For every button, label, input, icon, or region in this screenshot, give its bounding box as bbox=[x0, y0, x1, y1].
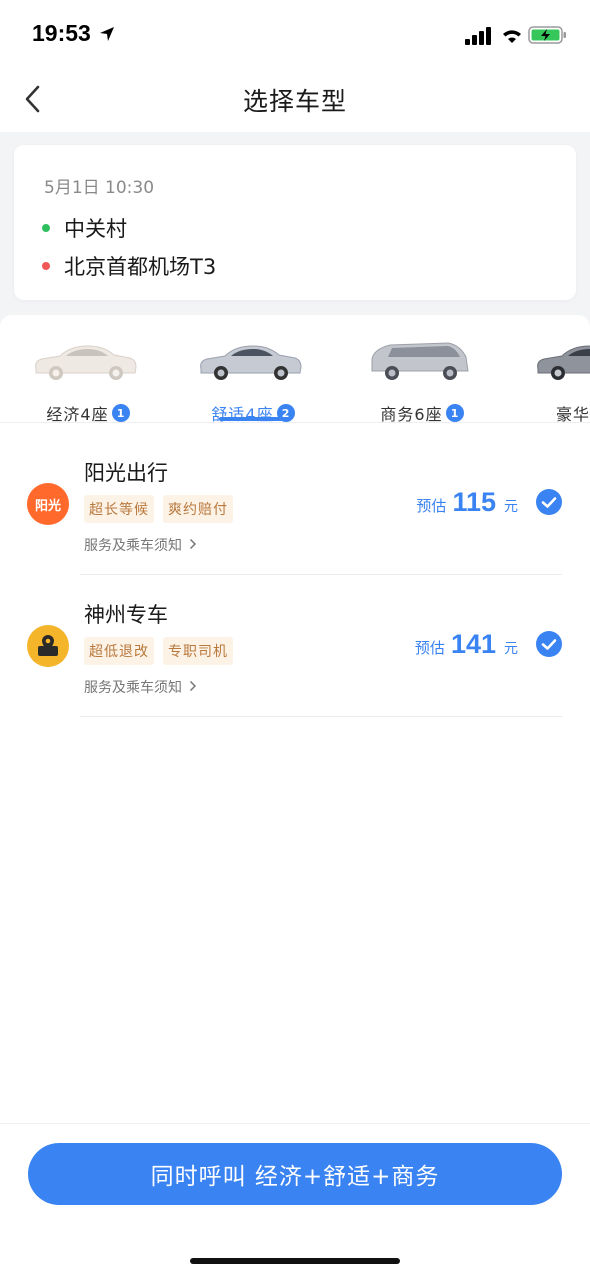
location-arrow-icon bbox=[100, 27, 114, 41]
trip-to: 北京首都机场T3 bbox=[42, 251, 216, 281]
provider-tag: 爽约赔付 bbox=[163, 495, 233, 523]
mpv-car-icon bbox=[371, 342, 469, 380]
check-circle-icon[interactable] bbox=[536, 489, 562, 515]
service-notice-link[interactable]: 服务及乘车须知 bbox=[84, 677, 197, 697]
shenzhou-logo bbox=[27, 625, 69, 667]
provider-tags: 超长等候 爽约赔付 bbox=[84, 495, 242, 523]
wifi-icon bbox=[503, 30, 521, 43]
active-tab-indicator bbox=[219, 417, 287, 421]
pin-logo-icon bbox=[38, 635, 58, 656]
status-time: 19:53 bbox=[32, 20, 91, 46]
check-circle-icon[interactable] bbox=[536, 631, 562, 657]
trip-time: 5月1日 10:30 bbox=[44, 178, 155, 198]
tab-luxury-label: 豪华 bbox=[556, 405, 590, 423]
tab-business[interactable]: 商务6座 1 bbox=[352, 327, 492, 422]
to-dot bbox=[42, 262, 50, 270]
tab-business-label: 商务6座 1 bbox=[352, 401, 492, 422]
provider-name: 阳光出行 bbox=[84, 461, 168, 485]
price-value: 141 bbox=[450, 629, 496, 659]
tab-comfort[interactable]: 舒适4座 2 bbox=[183, 327, 323, 422]
price-estimate: 预估 141 元 bbox=[414, 629, 518, 659]
sunshine-logo: 阳光 bbox=[27, 483, 69, 525]
trip-from: 中关村 bbox=[42, 213, 127, 243]
provider-tag: 专职司机 bbox=[163, 637, 233, 665]
tab-economy-badge: 1 bbox=[111, 404, 130, 422]
provider-tags: 超低退改 专职司机 bbox=[84, 637, 242, 665]
provider-row-sunshine[interactable]: 阳光 阳光出行 超长等候 爽约赔付 服务及乘车须知 预估 115 元 bbox=[0, 433, 590, 575]
battery-charging-icon bbox=[528, 26, 566, 44]
price-estimate: 预估 115 元 bbox=[416, 487, 518, 517]
chevron-right-icon bbox=[190, 680, 197, 692]
call-simultaneously-button[interactable]: 同时呼叫 经济+舒适+商务 bbox=[28, 1143, 562, 1205]
signal-icon bbox=[465, 27, 491, 45]
luxury-car-icon bbox=[537, 345, 590, 380]
sedan-car-icon bbox=[200, 345, 302, 380]
car-type-tabs: 经济4座 1 舒适4座 2 商务6座 1 豪华 bbox=[0, 315, 590, 423]
sedan-car-icon bbox=[35, 345, 137, 380]
provider-name: 神州专车 bbox=[84, 603, 168, 627]
provider-tag: 超长等候 bbox=[84, 495, 154, 523]
nav-bar: 选择车型 bbox=[0, 66, 590, 132]
price-value: 115 bbox=[452, 487, 496, 517]
trip-to-text: 北京首都机场T3 bbox=[64, 255, 217, 279]
chevron-right-icon bbox=[190, 538, 197, 550]
provider-row-shenzhou[interactable]: 神州专车 超低退改 专职司机 服务及乘车须知 预估 141 元 bbox=[0, 575, 590, 717]
tab-business-badge: 1 bbox=[445, 404, 464, 422]
status-bar: 19:53 bbox=[0, 0, 590, 66]
bottom-action-bar: 同时呼叫 经济+舒适+商务 bbox=[0, 1123, 590, 1276]
trip-card[interactable]: 5月1日 10:30 中关村 北京首都机场T3 bbox=[14, 145, 576, 300]
tab-economy[interactable]: 经济4座 1 bbox=[18, 327, 158, 422]
row-divider bbox=[80, 716, 562, 717]
tab-economy-label: 经济4座 1 bbox=[18, 401, 158, 422]
trip-from-text: 中关村 bbox=[64, 217, 127, 241]
provider-tag: 超低退改 bbox=[84, 637, 154, 665]
page-title: 选择车型 bbox=[242, 87, 347, 116]
service-notice-link[interactable]: 服务及乘车须知 bbox=[84, 535, 197, 555]
home-indicator bbox=[190, 1258, 400, 1264]
main-panel: 经济4座 1 舒适4座 2 商务6座 1 豪华 阳光 阳光出行 超长等候 爽约赔… bbox=[0, 315, 590, 1123]
from-dot bbox=[42, 224, 50, 232]
tab-luxury[interactable]: 豪华 bbox=[520, 327, 590, 423]
